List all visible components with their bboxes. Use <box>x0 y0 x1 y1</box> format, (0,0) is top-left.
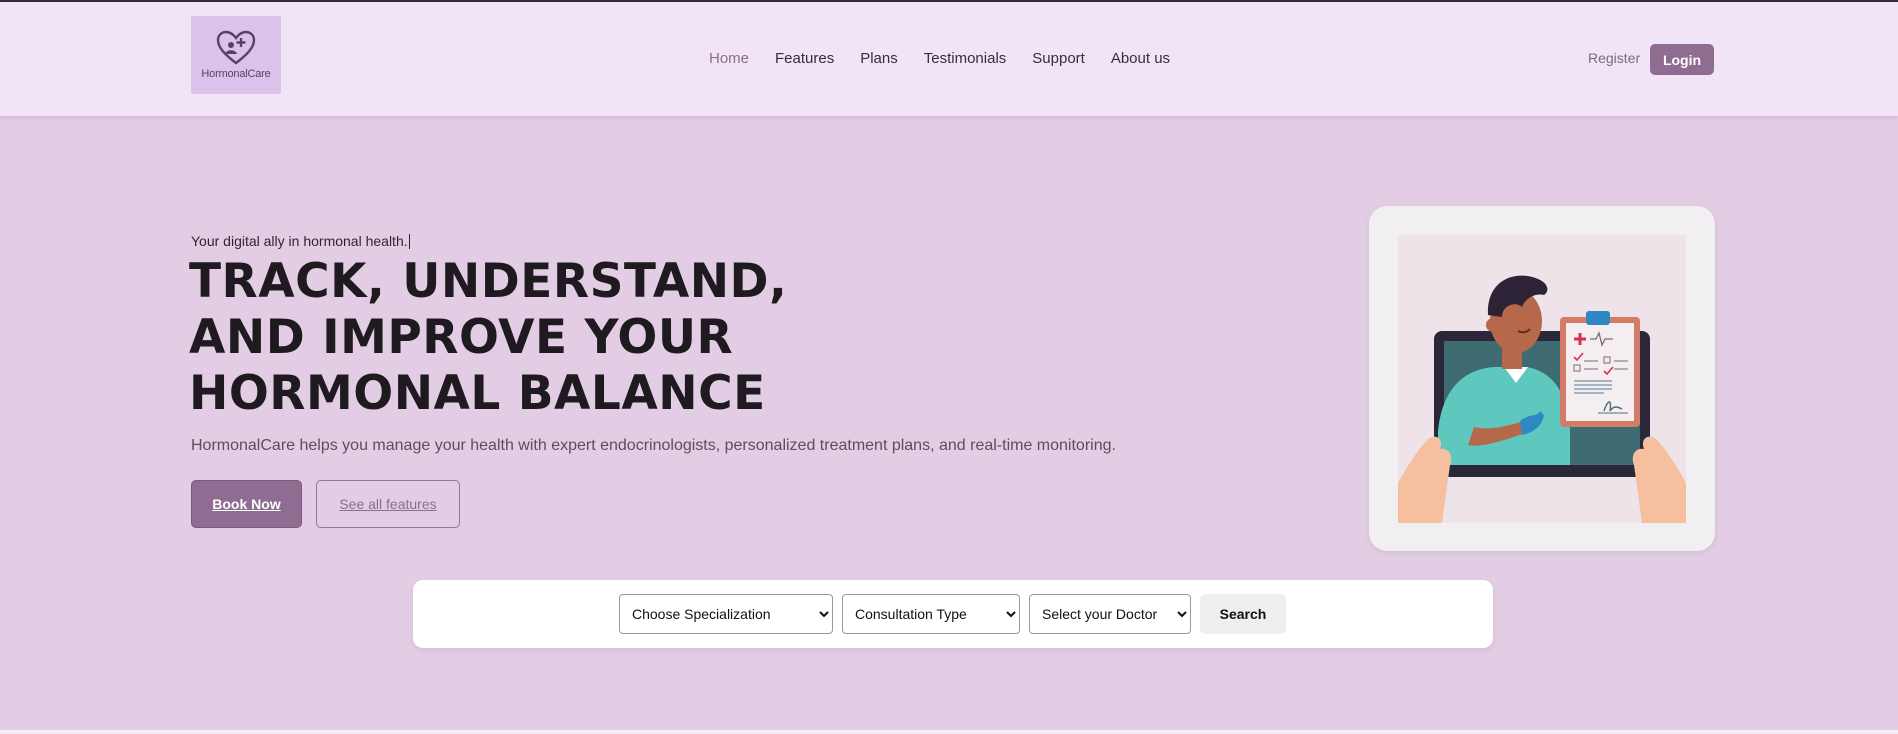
headline-line-3: HORMONAL BALANCE <box>189 366 766 421</box>
book-now-button[interactable]: Book Now <box>191 480 302 528</box>
search-bar: Choose Specialization Consultation Type … <box>413 580 1493 648</box>
site-header: HormonalCare Home Features Plans Testimo… <box>0 2 1898 116</box>
doctor-select[interactable]: Select your Doctor <box>1029 594 1191 634</box>
illustration-card <box>1369 206 1715 551</box>
search-button[interactable]: Search <box>1200 594 1286 634</box>
main-nav: Home Features Plans Testimonials Support… <box>709 50 1196 67</box>
nav-plans[interactable]: Plans <box>860 50 898 67</box>
logo[interactable]: HormonalCare <box>191 16 281 94</box>
heart-people-plus-icon <box>216 30 256 65</box>
hero-headline: TRACK, UNDERSTAND, AND IMPROVE YOUR HORM… <box>189 254 949 422</box>
hero-tagline: Your digital ally in hormonal health. <box>191 233 410 249</box>
nav-support[interactable]: Support <box>1032 50 1085 67</box>
doctor-telemedicine-illustration <box>1398 235 1686 523</box>
logo-text: HormonalCare <box>201 68 271 80</box>
headline-line-2: AND IMPROVE YOUR <box>189 310 734 365</box>
headline-line-1: TRACK, UNDERSTAND, <box>189 254 788 309</box>
see-all-features-button[interactable]: See all features <box>316 480 460 528</box>
text-caret <box>408 234 410 249</box>
nav-about-us[interactable]: About us <box>1111 50 1170 67</box>
login-button[interactable]: Login <box>1650 44 1714 75</box>
hero-description: HormonalCare helps you manage your healt… <box>191 437 1116 454</box>
register-link[interactable]: Register <box>1588 50 1640 66</box>
nav-features[interactable]: Features <box>775 50 834 67</box>
specialization-select[interactable]: Choose Specialization <box>619 594 833 634</box>
consultation-type-select[interactable]: Consultation Type <box>842 594 1020 634</box>
nav-home[interactable]: Home <box>709 50 749 67</box>
nav-testimonials[interactable]: Testimonials <box>924 50 1007 67</box>
hero-tagline-text: Your digital ally in hormonal health. <box>191 233 408 249</box>
bottom-edge <box>0 730 1898 734</box>
